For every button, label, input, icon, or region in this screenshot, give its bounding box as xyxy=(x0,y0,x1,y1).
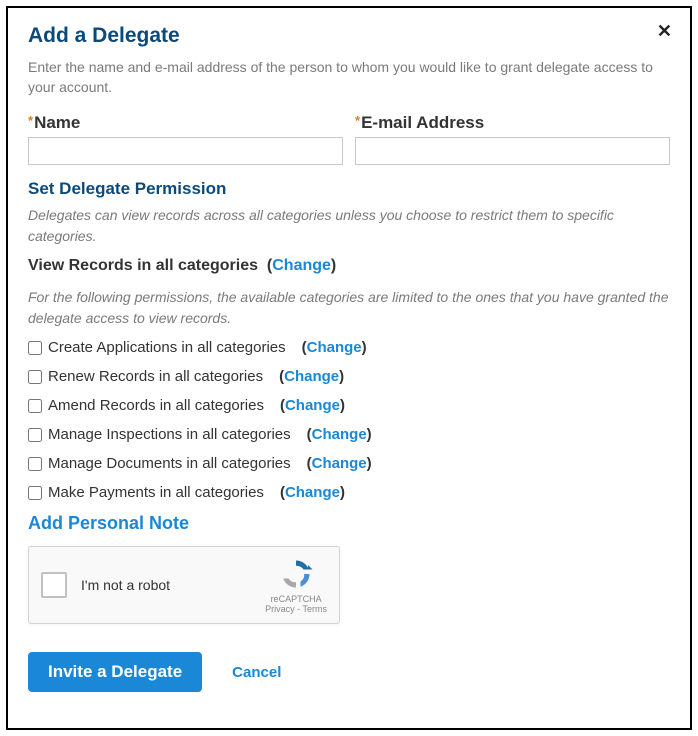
view-change-link[interactable]: Change xyxy=(272,257,331,274)
perm-checkbox-inspections[interactable] xyxy=(28,428,42,442)
name-input[interactable] xyxy=(28,137,343,165)
invite-delegate-button[interactable]: Invite a Delegate xyxy=(28,652,202,692)
email-label: *E-mail Address xyxy=(355,113,670,133)
add-delegate-modal: ✕ Add a Delegate Enter the name and e-ma… xyxy=(6,6,692,730)
perm-label: Manage Documents in all categories xyxy=(48,455,291,472)
perm-change-link[interactable]: Change xyxy=(307,339,362,356)
email-label-text: E-mail Address xyxy=(361,113,484,132)
perm-label: Renew Records in all categories xyxy=(48,368,263,385)
name-label-text: Name xyxy=(34,113,80,132)
perm-checkbox-amend[interactable] xyxy=(28,399,42,413)
perm-checkbox-payments[interactable] xyxy=(28,486,42,500)
permissions-help1: Delegates can view records across all ca… xyxy=(28,205,670,247)
perm-label: Make Payments in all categories xyxy=(48,484,264,501)
recaptcha-legal-text: Privacy - Terms xyxy=(265,604,327,614)
cancel-link[interactable]: Cancel xyxy=(232,664,281,681)
permissions-help2: For the following permissions, the avail… xyxy=(28,287,670,329)
view-records-label: View Records in all categories xyxy=(28,257,258,274)
modal-title: Add a Delegate xyxy=(28,24,670,48)
button-row: Invite a Delegate Cancel xyxy=(28,652,670,692)
perm-change-link[interactable]: Change xyxy=(312,455,367,472)
perm-row-payments: Make Payments in all categories (Change) xyxy=(28,484,670,501)
perm-change-link[interactable]: Change xyxy=(285,397,340,414)
perm-change-link[interactable]: Change xyxy=(285,484,340,501)
form-row: *Name *E-mail Address xyxy=(28,113,670,165)
permissions-heading: Set Delegate Permission xyxy=(28,179,670,199)
perm-row-inspections: Manage Inspections in all categories (Ch… xyxy=(28,426,670,443)
perm-row-create: Create Applications in all categories (C… xyxy=(28,339,670,356)
close-icon[interactable]: ✕ xyxy=(657,22,672,40)
perm-row-renew: Renew Records in all categories (Change) xyxy=(28,368,670,385)
recaptcha-brand-text: reCAPTCHA xyxy=(271,594,322,604)
perm-checkbox-renew[interactable] xyxy=(28,370,42,384)
add-personal-note-link[interactable]: Add Personal Note xyxy=(28,513,670,534)
perm-label: Create Applications in all categories xyxy=(48,339,286,356)
perm-label: Manage Inspections in all categories xyxy=(48,426,291,443)
intro-text: Enter the name and e-mail address of the… xyxy=(28,58,670,97)
recaptcha-branding: reCAPTCHA Privacy - Terms xyxy=(265,556,327,614)
perm-change-link[interactable]: Change xyxy=(284,368,339,385)
recaptcha-icon xyxy=(278,556,314,592)
email-input[interactable] xyxy=(355,137,670,165)
name-label: *Name xyxy=(28,113,343,133)
recaptcha-checkbox[interactable] xyxy=(41,572,67,598)
perm-checkbox-documents[interactable] xyxy=(28,457,42,471)
perm-change-link[interactable]: Change xyxy=(312,426,367,443)
perm-row-amend: Amend Records in all categories (Change) xyxy=(28,397,670,414)
recaptcha-widget: I'm not a robot reCAPTCHA Privacy - Term… xyxy=(28,546,340,624)
view-records-line: View Records in all categories (Change) xyxy=(28,257,670,275)
perm-checkbox-create[interactable] xyxy=(28,341,42,355)
perm-label: Amend Records in all categories xyxy=(48,397,264,414)
perm-row-documents: Manage Documents in all categories (Chan… xyxy=(28,455,670,472)
recaptcha-label: I'm not a robot xyxy=(81,577,265,593)
